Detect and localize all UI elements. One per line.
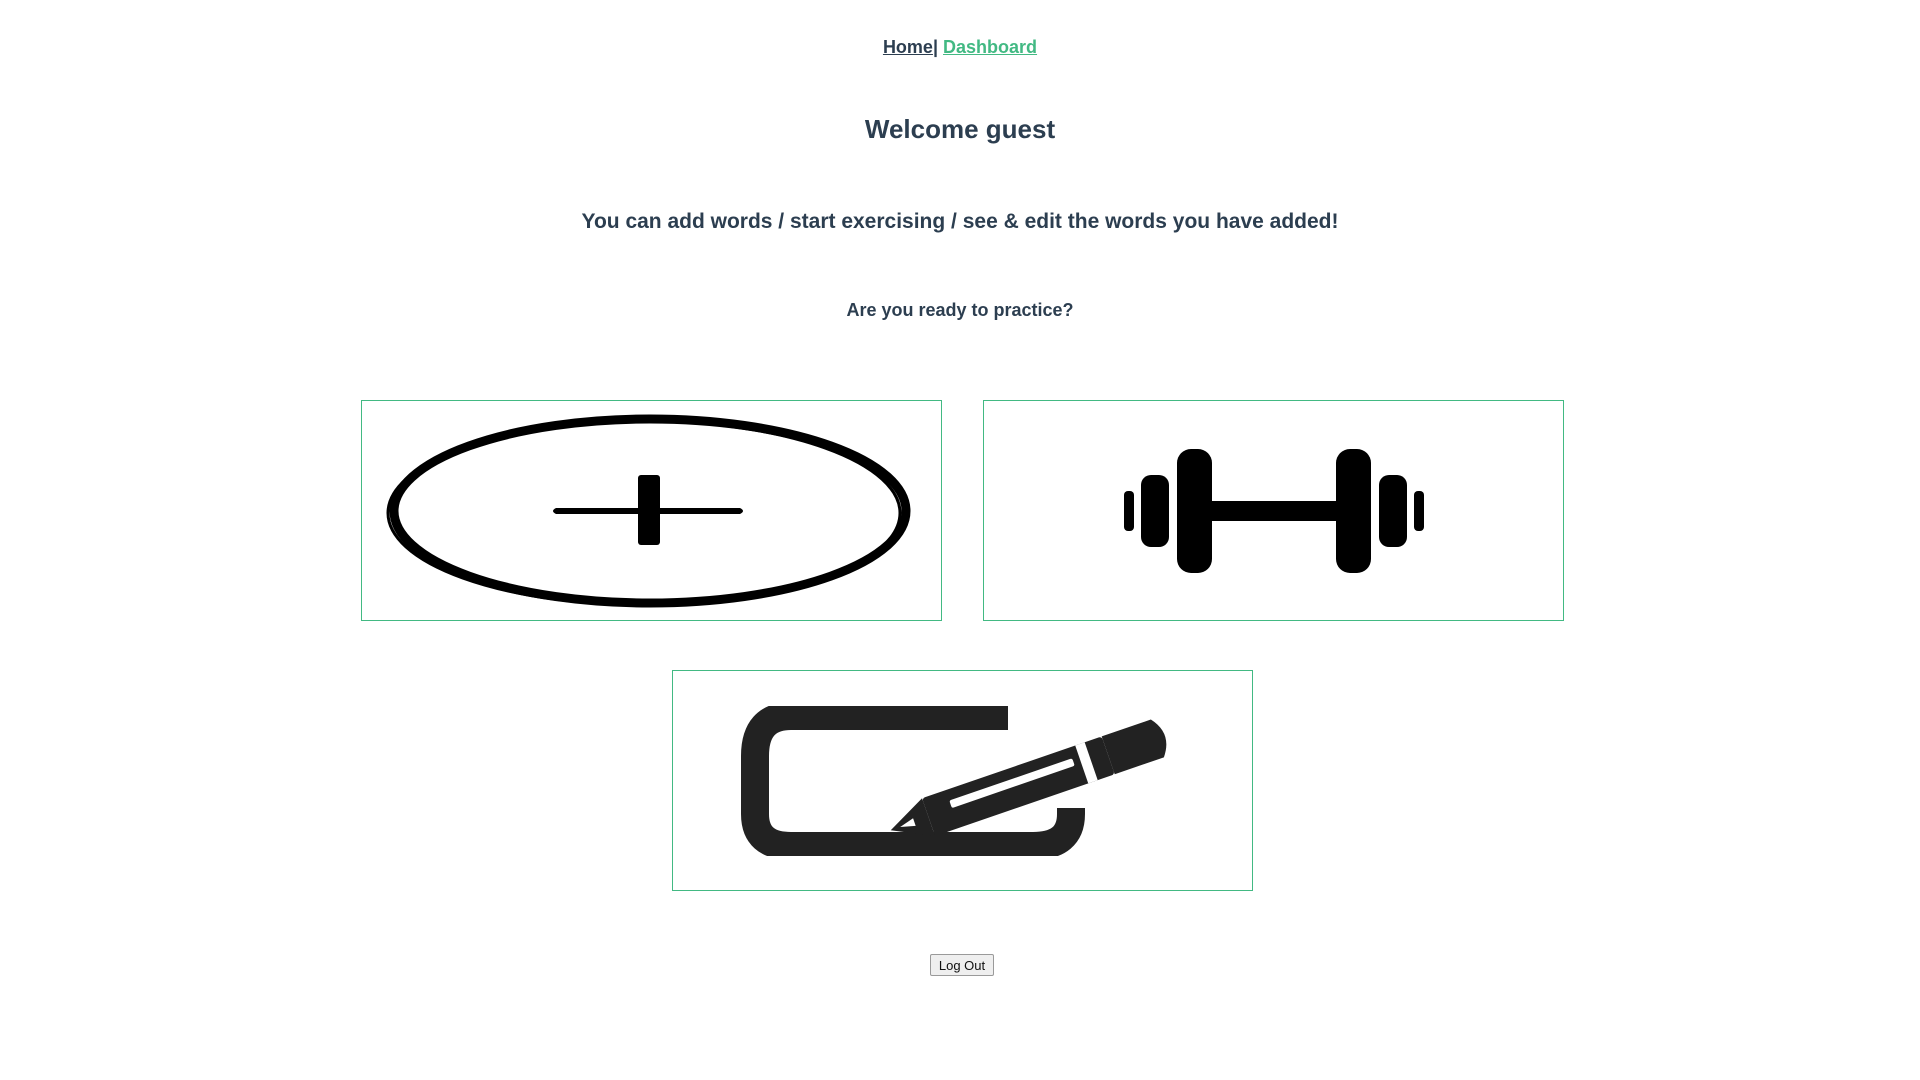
edit-pencil-icon [733, 705, 1193, 856]
plus-in-ellipse-icon [382, 411, 922, 611]
nav-separator: | [932, 37, 938, 57]
log-out-button[interactable]: Log Out [930, 954, 994, 976]
top-nav: Home| Dashboard [0, 34, 1920, 60]
page-title: Welcome guest [864, 114, 1056, 144]
home-link[interactable]: Home [883, 37, 933, 57]
page-subtitle: You can add words / start exercising / s… [581, 210, 1339, 233]
practice-question: Are you ready to practice? [846, 300, 1074, 320]
dumbbell-icon [1114, 441, 1434, 581]
add-words-card[interactable] [361, 400, 942, 621]
edit-words-card[interactable] [672, 670, 1253, 891]
exercise-card[interactable] [983, 400, 1564, 621]
dashboard-link[interactable]: Dashboard [943, 37, 1037, 57]
page: Home| Dashboard Welcome guest You can ad… [0, 0, 1920, 1080]
